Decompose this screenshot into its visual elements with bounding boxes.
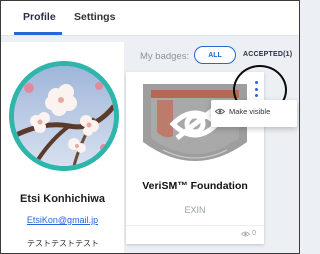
menu-item-make-visible[interactable]: Make visible <box>215 107 270 116</box>
card-divider <box>126 225 264 226</box>
tab-bar: Profile Settings <box>1 1 299 36</box>
badge-title: VeriSM™ Foundation <box>142 180 248 192</box>
more-options-icon[interactable] <box>252 81 260 97</box>
profile-name: Etsi Konhichiwa <box>20 193 105 205</box>
menu-item-label: Make visible <box>229 107 271 116</box>
plum-blossom-photo-icon <box>14 66 114 166</box>
filter-accepted-button[interactable]: ACCEPTED(1) <box>243 51 292 58</box>
badge-issuer: EXIN <box>184 205 206 215</box>
profile-bio: テストテストテスト <box>27 239 99 248</box>
app-frame: Profile Settings Etsi Konhichiwa EtsiKon… <box>0 0 300 254</box>
badge-views: 0 <box>241 230 256 237</box>
eye-icon <box>215 108 225 115</box>
filter-all-button[interactable]: ALL <box>194 46 236 64</box>
eye-icon <box>241 231 251 236</box>
avatar[interactable] <box>14 66 114 166</box>
avatar-ring <box>9 61 119 171</box>
badge-options-menu: Make visible <box>211 100 297 127</box>
views-count: 0 <box>252 230 256 237</box>
profile-panel: Etsi Konhichiwa EtsiKon@gmail.jp テストテストテ… <box>1 42 124 253</box>
tab-profile[interactable]: Profile <box>23 11 56 23</box>
profile-email-link[interactable]: EtsiKon@gmail.jp <box>1 215 124 225</box>
badges-label: My badges: <box>140 51 190 62</box>
active-tab-indicator <box>14 32 62 35</box>
tab-settings[interactable]: Settings <box>74 11 115 23</box>
